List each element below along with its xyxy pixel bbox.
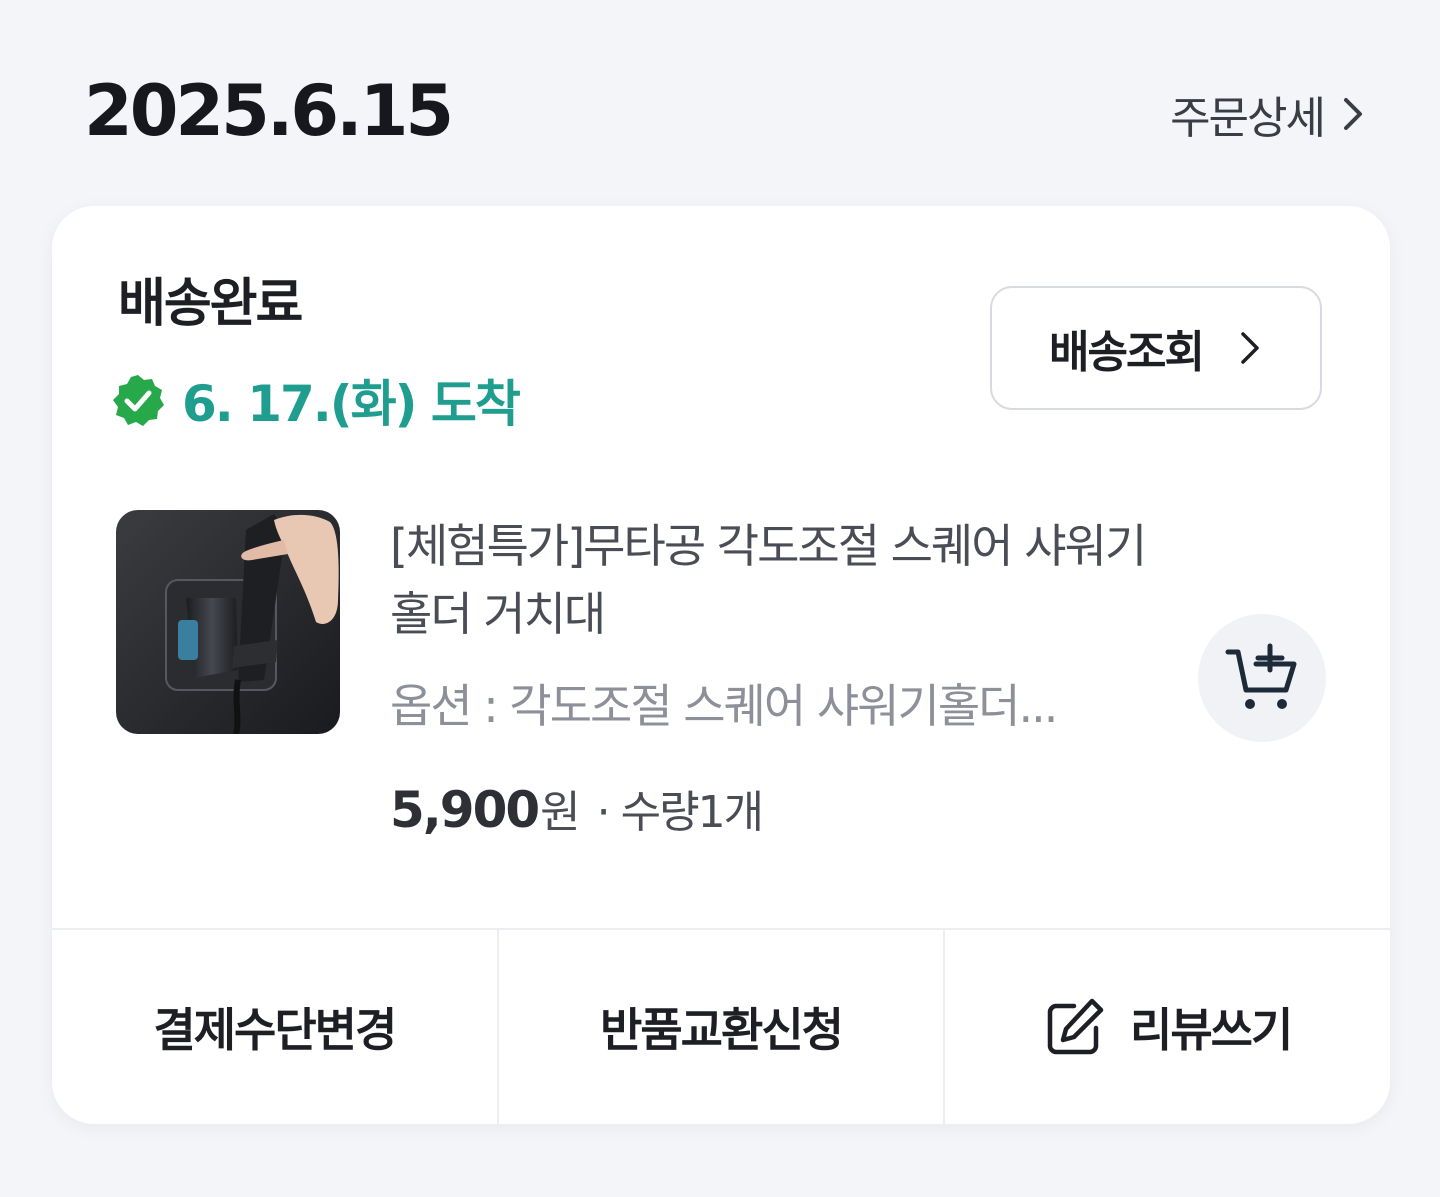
price-currency: 원 <box>540 787 581 838</box>
change-payment-label: 결제수단변경 <box>153 1003 397 1057</box>
add-to-cart-button[interactable] <box>1198 614 1326 742</box>
price-row: 5,900 원 · 수량1개 <box>390 776 764 840</box>
order-detail-link[interactable]: 주문상세 <box>1170 82 1368 146</box>
change-payment-button[interactable]: 결제수단변경 <box>52 930 497 1124</box>
track-delivery-button[interactable]: 배송조회 <box>990 286 1322 410</box>
delivery-status: 배송완료 <box>118 274 303 334</box>
quantity: · 수량1개 <box>596 787 764 838</box>
order-date: 2025.6.15 <box>84 70 454 152</box>
chevron-right-icon <box>1344 98 1362 130</box>
product-option: 옵션 : 각도조절 스퀘어 샤워기홀더... <box>390 679 1058 733</box>
write-review-label: 리뷰쓰기 <box>1130 1003 1293 1057</box>
add-to-cart-icon <box>1225 643 1297 709</box>
write-review-button[interactable]: 리뷰쓰기 <box>943 930 1390 1124</box>
price-amount: 5,900 <box>390 781 540 839</box>
return-exchange-button[interactable]: 반품교환신청 <box>496 930 944 1124</box>
chevron-right-icon <box>1241 332 1259 364</box>
track-delivery-label: 배송조회 <box>1049 327 1205 378</box>
product-image[interactable] <box>116 510 340 734</box>
arrival-info: 6. 17.(화) 도착 <box>110 364 521 436</box>
order-detail-label: 주문상세 <box>1170 93 1326 144</box>
order-actions: 결제수단변경 반품교환신청 리뷰쓰기 <box>52 930 1390 1124</box>
order-card: 배송완료 6. 17.(화) 도착 배송조회 [체험특가]무타공 각도조절 스퀘… <box>52 206 1390 1124</box>
arrival-date: 6. 17.(화) 도착 <box>182 375 521 433</box>
product-name[interactable]: [체험특가]무타공 각도조절 스퀘어 샤워기 홀더 거치대 <box>390 512 1190 648</box>
order-header: 2025.6.15 주문상세 <box>84 64 1374 164</box>
return-exchange-label: 반품교환신청 <box>600 1003 844 1057</box>
check-badge-icon <box>113 375 164 426</box>
shower-holder-image <box>116 510 340 734</box>
edit-icon <box>1047 998 1104 1055</box>
